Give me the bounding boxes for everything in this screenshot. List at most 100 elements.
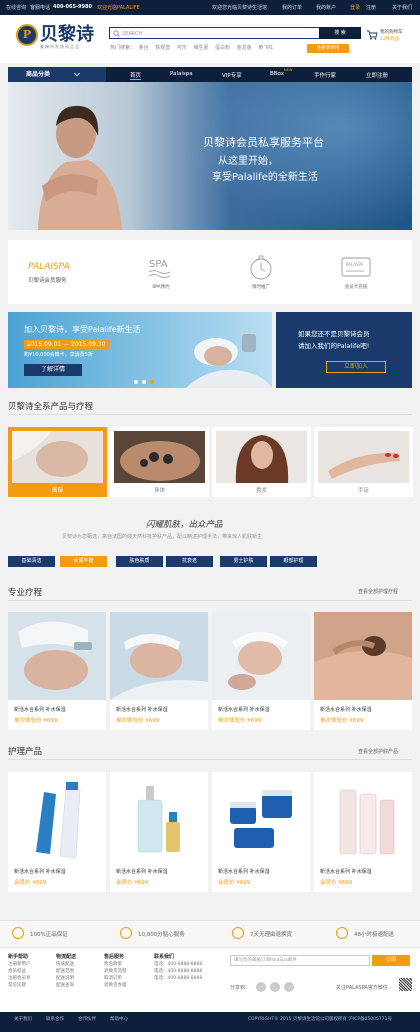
products-divider bbox=[8, 759, 412, 760]
search-input-box[interactable]: SEARCH bbox=[109, 27, 329, 39]
product-price: 会员价 ¥699 bbox=[320, 880, 353, 886]
product-card[interactable]: 新活水合系列 补水保湿 会员价 ¥699 bbox=[314, 772, 412, 892]
feature-spa[interactable]: SPA SPA预约 bbox=[146, 252, 176, 296]
hot-term[interactable]: 黄飞红 bbox=[258, 45, 273, 51]
hero-title: 贝黎诗会员私享服务平台 bbox=[203, 136, 324, 149]
feature-promo[interactable]: 限时推广 bbox=[246, 252, 276, 296]
nav-palaispa[interactable]: Palaispa bbox=[170, 71, 193, 77]
logo-mark[interactable]: P bbox=[16, 24, 38, 46]
logo-name[interactable]: 贝黎诗 bbox=[40, 20, 94, 46]
footer-link[interactable]: 配送查询 bbox=[56, 982, 76, 989]
footer-link[interactable]: 配送范围 bbox=[56, 968, 76, 975]
treatment-card[interactable]: 新活水合系列 补水保湿 单次体验价 ¥699 bbox=[110, 612, 208, 730]
category-hands[interactable]: 手足 bbox=[314, 427, 413, 497]
cart[interactable]: 我的购物车 12件商品 bbox=[366, 26, 416, 46]
promo-banner-join[interactable]: 加入贝黎诗，享受Palalife新生活 2015.09.01 — 2015.09… bbox=[8, 312, 272, 388]
footer-link[interactable]: 退换货办理 bbox=[104, 982, 127, 989]
footer-link[interactable]: 注册新用户 bbox=[8, 961, 31, 968]
feature-card[interactable]: PALASPA 会员卡充值 bbox=[338, 252, 374, 296]
footer-link[interactable]: 退换货流程 bbox=[104, 968, 127, 975]
qr-code-icon bbox=[399, 978, 412, 991]
product-card[interactable]: 新活水合系列 补水保湿 会员价 ¥699 bbox=[110, 772, 208, 892]
subscribe-button[interactable]: 订阅 bbox=[372, 955, 410, 966]
footer-col-help: 新手帮助 注册新用户 会员权益 注册会员享 常见问题 bbox=[8, 954, 31, 989]
carousel-dot-active[interactable] bbox=[150, 380, 154, 384]
footer-col-head: 物流配送 bbox=[56, 954, 77, 960]
nav-register[interactable]: 立即注册 bbox=[366, 71, 388, 79]
footer-link[interactable]: 快速配送 bbox=[56, 961, 76, 968]
my-account-link[interactable]: 我的账户 bbox=[316, 4, 336, 11]
treatment-card[interactable]: 新活水合系列 补水保湿 单次体验价 ¥699 bbox=[314, 612, 412, 730]
my-order-link[interactable]: 我的订单 bbox=[282, 4, 302, 11]
hotline-label: 客服电话 bbox=[30, 5, 51, 11]
nav-vip[interactable]: VIP专享 bbox=[222, 71, 242, 79]
footer-contact: 电话：400-8888-8888 bbox=[154, 969, 203, 974]
hot-term[interactable]: 铁观音 bbox=[155, 45, 170, 51]
register-link[interactable]: 注册 bbox=[366, 4, 376, 11]
wechat-icon[interactable] bbox=[270, 982, 280, 992]
treatments-more-link[interactable]: 查看全部护理疗程 bbox=[358, 588, 398, 595]
footer-link[interactable]: 会员权益 bbox=[8, 968, 31, 975]
treatment-image bbox=[8, 612, 106, 700]
online-service-link[interactable]: 在线咨询 bbox=[6, 4, 26, 11]
palaispa-brand[interactable]: PALAISPA bbox=[28, 262, 70, 272]
category-body[interactable]: 身体 bbox=[110, 427, 209, 497]
treatment-price: 单次体验价 ¥699 bbox=[218, 718, 262, 724]
cart-count: 12件商品 bbox=[380, 37, 400, 42]
tab-skin-tone[interactable]: 肤色肤质 bbox=[116, 556, 163, 567]
hot-term[interactable]: 金龙鱼 bbox=[237, 45, 252, 51]
hot-term[interactable]: 可乐 bbox=[177, 45, 187, 51]
learn-more-button[interactable]: 了解详情 bbox=[24, 364, 82, 376]
subscribe-email-input[interactable]: 填写您的邮箱订阅PalaSpa邮件 bbox=[230, 955, 370, 966]
nav-home[interactable]: 首页 bbox=[130, 71, 142, 80]
hot-term[interactable]: 茅台 bbox=[139, 45, 149, 51]
treatment-card[interactable]: 新活水合系列 补水保湿 单次体验价 ¥699 bbox=[212, 612, 310, 730]
cart-label: 我的购物车 bbox=[380, 30, 403, 35]
bottom-link[interactable]: 关于我们 bbox=[14, 1016, 32, 1022]
qq-icon[interactable] bbox=[284, 982, 294, 992]
carousel-dot[interactable] bbox=[134, 380, 138, 384]
tab-anti-aging[interactable]: 抗衰老 bbox=[166, 556, 213, 567]
hot-term[interactable]: 维生素 bbox=[193, 45, 208, 51]
footer-col-contact: 联系我们 电话：400-8888-8888 电话：400-8888-8888 电… bbox=[154, 954, 202, 982]
search-button[interactable]: 搜 索 bbox=[319, 27, 361, 39]
product-card[interactable]: 新活水合系列 补水保湿 会员价 ¥699 bbox=[212, 772, 310, 892]
treatment-card[interactable]: 新活水合系列 补水保湿 单次体验价 ¥699 bbox=[8, 612, 106, 730]
hot-term[interactable]: 蛋白粉 bbox=[215, 45, 230, 51]
face-image bbox=[12, 431, 103, 483]
tab-hydration[interactable]: 水润平衡 bbox=[60, 556, 107, 567]
product-card[interactable]: 新活水合系列 补水保湿 会员价 ¥699 bbox=[8, 772, 106, 892]
carousel-dot[interactable] bbox=[142, 380, 146, 384]
category-face[interactable]: 面部 bbox=[8, 427, 107, 497]
hero-banner[interactable]: 贝黎诗会员私享服务平台 从这里开始， 享受Palalife的全新生活 bbox=[8, 82, 412, 230]
tab-men-care[interactable]: 男士护肤 bbox=[220, 556, 267, 567]
footer-link[interactable]: 配送说明 bbox=[56, 975, 76, 982]
hero-woman-image bbox=[38, 105, 122, 230]
products-more-link[interactable]: 查看全部护肤产品 bbox=[358, 748, 398, 755]
bottom-link[interactable]: 联系合作 bbox=[46, 1016, 64, 1022]
bottom-link[interactable]: 帮助中心 bbox=[110, 1016, 128, 1022]
about-link[interactable]: 关于我们 bbox=[392, 4, 412, 11]
certified-icon bbox=[12, 927, 24, 939]
footer-link[interactable]: 常见问题 bbox=[8, 982, 31, 989]
feature-label: 限时推广 bbox=[252, 285, 270, 290]
footer-contact: 电话：400-8888-8888 bbox=[154, 976, 203, 981]
category-hair[interactable]: 秀发 bbox=[212, 427, 311, 497]
logo-subtitle: 美嘛所发扬同品品 bbox=[40, 44, 80, 49]
category-label: 身体 bbox=[153, 488, 165, 494]
tab-basic-cleansing[interactable]: 基础清洁 bbox=[8, 556, 55, 567]
bottom-link[interactable]: 合作伙伴 bbox=[78, 1016, 96, 1022]
footer-link[interactable]: 注册会员享 bbox=[8, 975, 31, 982]
weibo-icon[interactable] bbox=[256, 982, 266, 992]
vip-register-button[interactable]: 注册享特权 bbox=[307, 44, 349, 53]
svg-text:SPA: SPA bbox=[149, 259, 168, 270]
login-link[interactable]: 登录 bbox=[350, 4, 360, 11]
nav-bbox[interactable]: BBox bbox=[270, 71, 284, 77]
footer-link[interactable]: 售后政策 bbox=[104, 961, 127, 968]
promo-banner-member[interactable]: 如果您还不是贝黎诗会员 请加入我们的Palalife吧! 立即加入 bbox=[276, 312, 412, 388]
category-menu[interactable]: 商品分类 bbox=[8, 67, 106, 82]
footer-link[interactable]: 取消订单 bbox=[104, 975, 127, 982]
join-now-button[interactable]: 立即加入 bbox=[326, 361, 386, 373]
tab-eye-care[interactable]: 眼部护理 bbox=[270, 556, 317, 567]
nav-craftsman[interactable]: 手作行家 bbox=[314, 71, 336, 79]
